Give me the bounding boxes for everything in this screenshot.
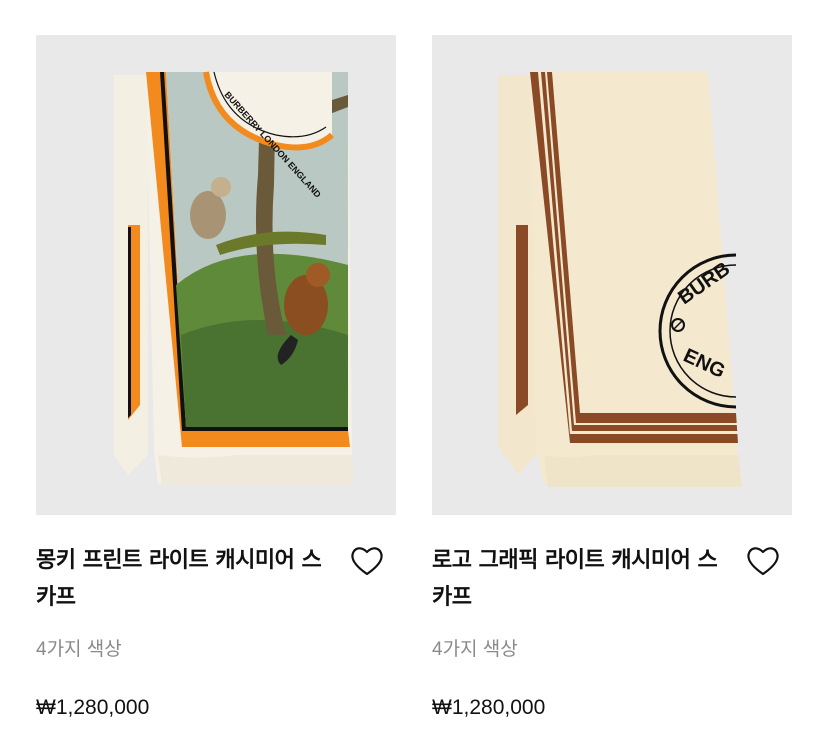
heart-icon[interactable] [746, 545, 780, 577]
heart-icon[interactable] [350, 545, 384, 577]
monkey-print-scarf-image: BURBERRY LONDON ENGLAND [36, 35, 396, 515]
product-card-monkey-scarf[interactable]: BURBERRY LONDON ENGLAND 몽키 프린트 라이트 캐시미어 … [36, 35, 396, 723]
product-title[interactable]: 로고 그래픽 라이트 캐시미어 스카프 [432, 542, 732, 616]
product-price: ₩1,280,000 [432, 696, 546, 719]
logo-graphic-scarf-image: BURB ENG [432, 35, 792, 515]
product-price: ₩1,280,000 [36, 696, 150, 719]
product-card-logo-scarf[interactable]: BURB ENG 로고 그래픽 라이트 캐시미어 스카프 4가지 색상 ₩1,2… [432, 35, 792, 723]
color-count: 4가지 색상 [36, 639, 122, 660]
product-title-row: 로고 그래픽 라이트 캐시미어 스카프 [432, 542, 792, 616]
color-count: 4가지 색상 [432, 639, 518, 660]
product-grid: BURBERRY LONDON ENGLAND 몽키 프린트 라이트 캐시미어 … [0, 0, 828, 752]
product-image[interactable]: BURB ENG [432, 35, 792, 515]
product-title-row: 몽키 프린트 라이트 캐시미어 스카프 [36, 542, 396, 616]
product-title[interactable]: 몽키 프린트 라이트 캐시미어 스카프 [36, 542, 336, 616]
product-image[interactable]: BURBERRY LONDON ENGLAND [36, 35, 396, 515]
